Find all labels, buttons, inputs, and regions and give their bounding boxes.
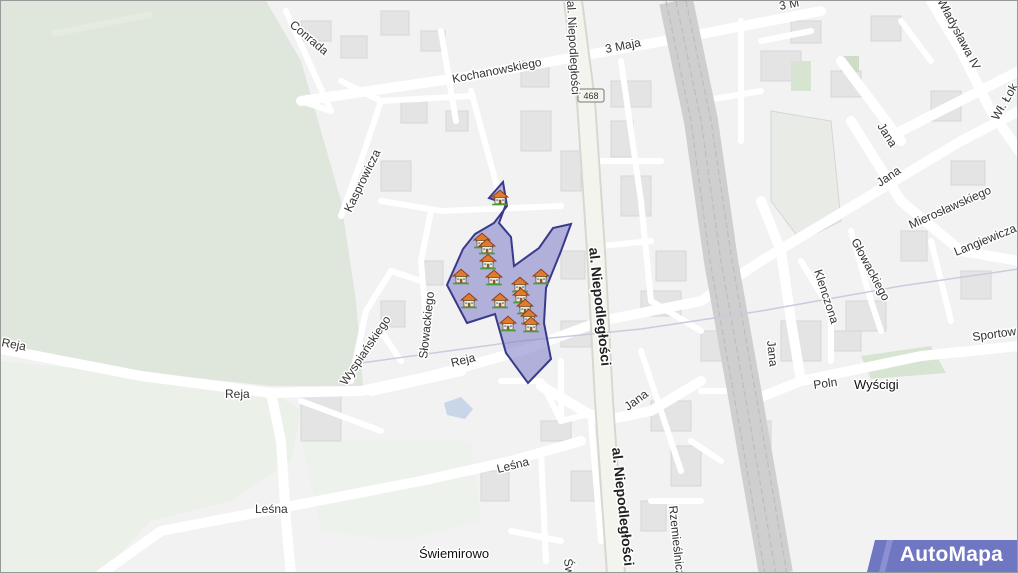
street-label-swiemirowo-street: Św [561,558,578,573]
street-label-mieroslawskiego: Mierosławskiego [907,183,994,232]
automapa-logo[interactable]: AutoMapa [867,540,1017,572]
street-label-jana-rail: Jana [764,340,781,368]
street-label-rzemieslnicza: Rzemieślnicz [666,505,687,573]
street-label-reja-mid: Reja [225,387,250,401]
street-label-polna: Poln [812,375,838,392]
street-label-sportowa: Sportow [971,324,1017,344]
place-label-swiemirowo: Świemirowo [419,546,489,561]
map-base-layer: 468 Conrada Kochanowskiego 3 Maja 3 M Ka… [1,1,1017,573]
route-number: 468 [583,91,598,101]
green-patch [791,61,811,91]
railway [659,1,793,572]
place-label-wyscigi: Wyścigi [854,377,899,392]
logo-text: AutoMapa [899,543,1003,566]
street-label-lesna-center: Leśna [495,454,530,476]
street-label-klenczona: Klenczona [811,268,842,326]
street-label-wladyslawa: Władysława IV [934,1,983,72]
street-label-lesna-left: Leśna [255,502,288,516]
water-pond [444,397,473,419]
street-label-slowackiego: Słowackiego [416,291,437,360]
street-label-jana-upper: Jana [874,120,900,150]
map-viewport[interactable]: 468 Conrada Kochanowskiego 3 Maja 3 M Ka… [0,0,1018,573]
